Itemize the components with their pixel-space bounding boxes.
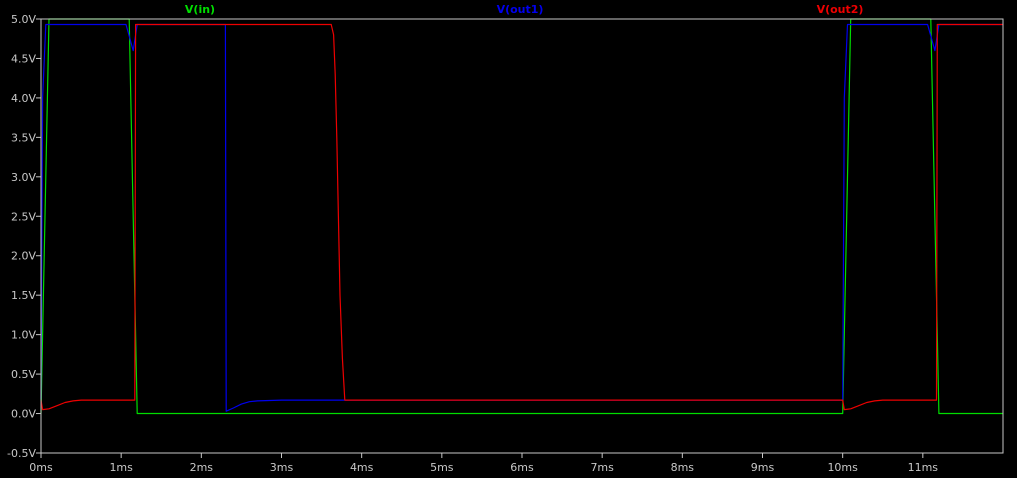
x-tick-label: 4ms (350, 461, 374, 474)
y-tick-label: 2.5V (11, 210, 36, 223)
y-tick-label: 4.0V (11, 92, 36, 105)
x-tick-label: 1ms (109, 461, 133, 474)
x-tick-label: 8ms (671, 461, 695, 474)
x-tick-label: 2ms (190, 461, 214, 474)
plot-background (0, 0, 1017, 478)
x-tick-label: 0ms (29, 461, 53, 474)
y-tick-label: 1.0V (11, 329, 36, 342)
y-tick-label: 1.5V (11, 289, 36, 302)
legend-label: V(in) (185, 3, 215, 16)
x-tick-label: 7ms (590, 461, 614, 474)
y-tick-label: 2.0V (11, 250, 36, 263)
x-tick-label: 5ms (430, 461, 454, 474)
legend-label: V(out1) (497, 3, 544, 16)
y-tick-label: 0.0V (11, 408, 36, 421)
x-tick-label: 10ms (827, 461, 858, 474)
waveform-plot[interactable]: 0ms 1ms 2ms 3ms 4ms 5ms 6ms 7ms 8ms 9ms 10ms 11ms -… (0, 0, 1017, 478)
y-tick-label: -0.5V (7, 447, 36, 460)
y-tick-label: 5.0V (11, 13, 36, 26)
x-tick-label: 3ms (270, 461, 294, 474)
y-tick-label: 3.5V (11, 131, 36, 144)
legend-label: V(out2) (817, 3, 864, 16)
y-tick-label: 0.5V (11, 368, 36, 381)
y-tick-label: 3.0V (11, 171, 36, 184)
x-tick-label: 9ms (751, 461, 775, 474)
x-tick-label: 11ms (908, 461, 939, 474)
y-tick-label: 4.5V (11, 52, 36, 65)
x-tick-label: 6ms (510, 461, 534, 474)
